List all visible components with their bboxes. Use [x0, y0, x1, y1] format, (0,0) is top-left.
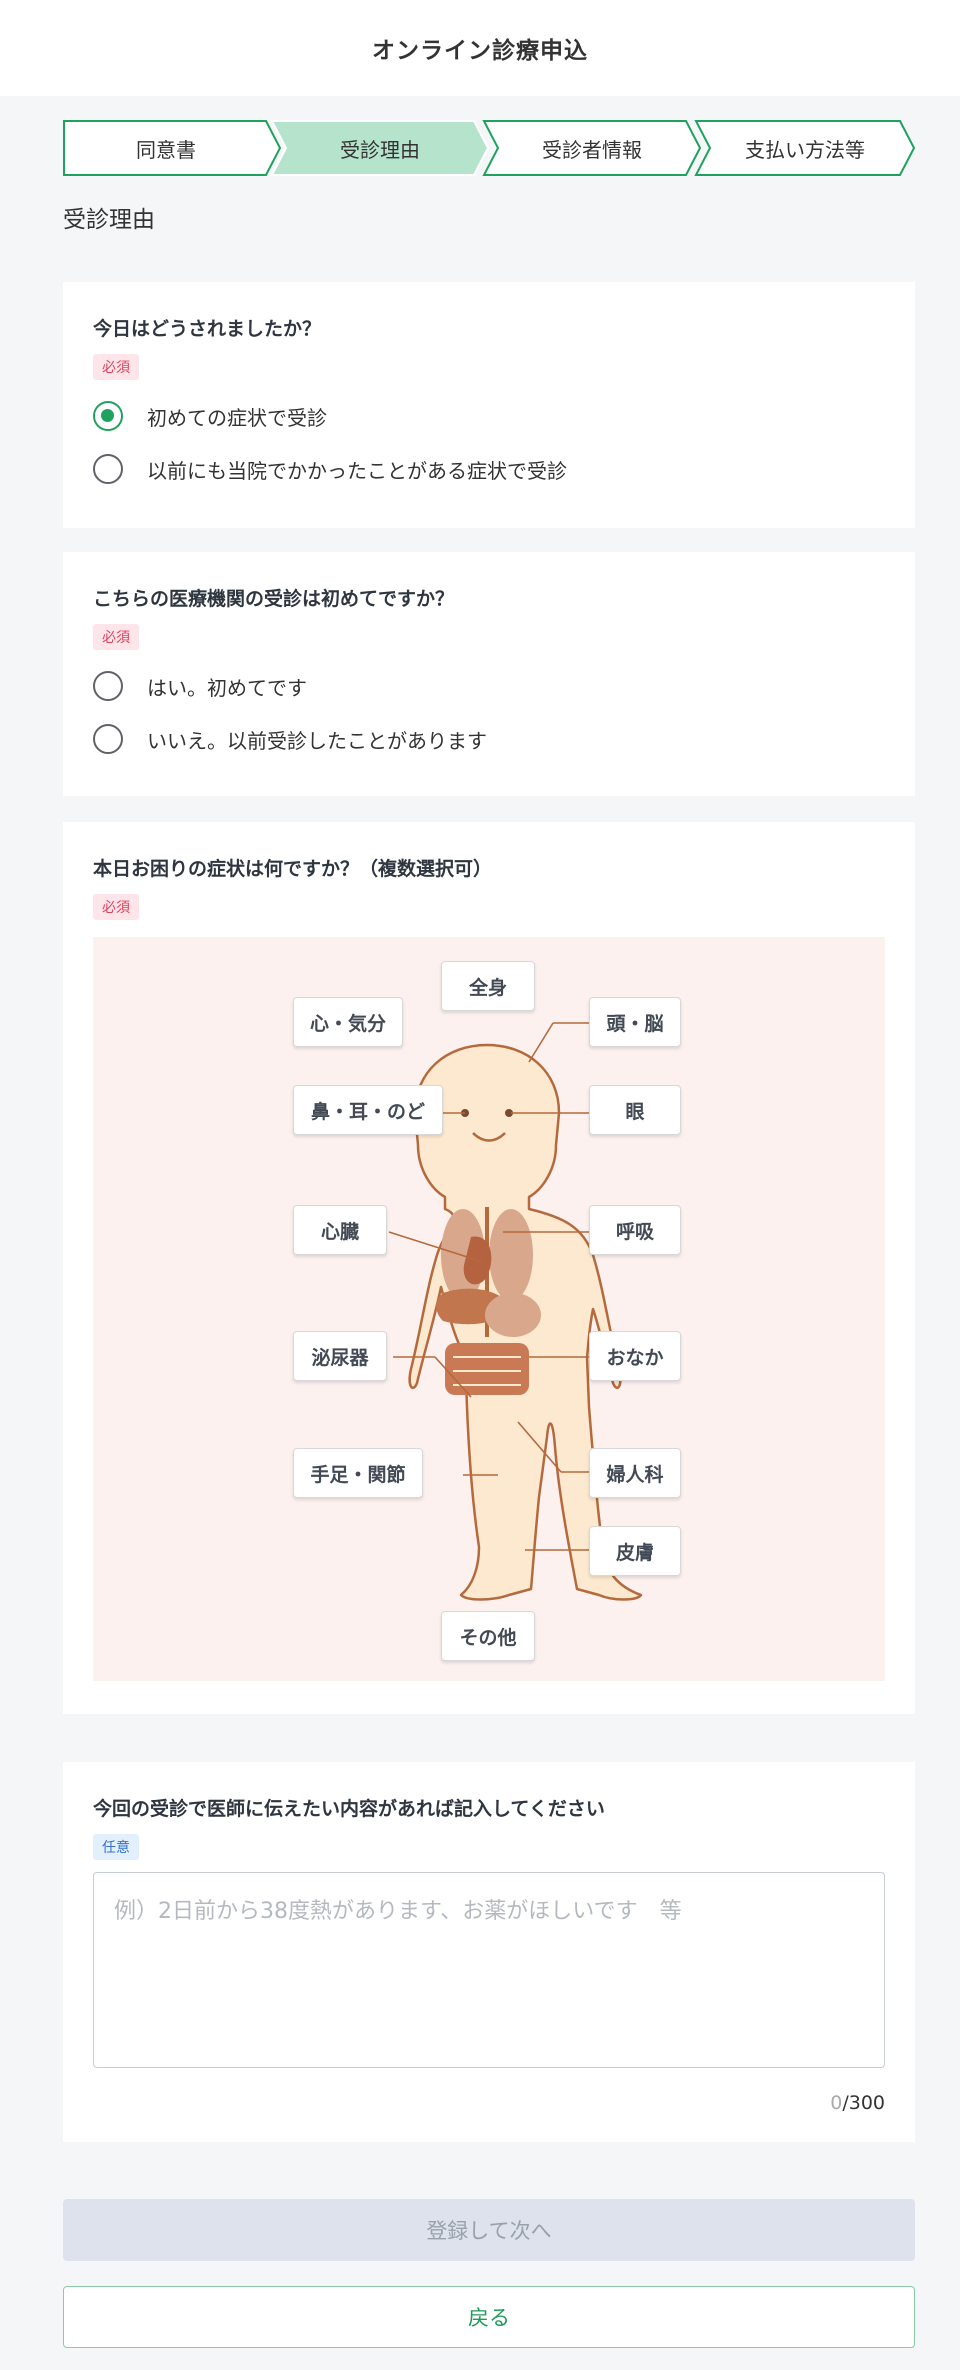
- step-indicator: 同意書 受診理由 受診者情報 支払い方法等: [63, 120, 916, 176]
- page-title: オンライン診療申込: [372, 38, 588, 64]
- symptom-breath-button[interactable]: 呼吸: [589, 1205, 681, 1255]
- radio-first-visit-no[interactable]: いいえ。以前受診したことがあります: [93, 723, 487, 755]
- radio-first-visit-yes[interactable]: はい。初めてです: [93, 670, 307, 702]
- required-badge: 必須: [93, 354, 139, 380]
- required-badge: 必須: [93, 624, 139, 650]
- symptom-mind-button[interactable]: 心・気分: [293, 997, 403, 1047]
- symptom-gynecology-button[interactable]: 婦人科: [589, 1448, 681, 1498]
- question-label: 今回の受診で医師に伝えたい内容があれば記入してください: [93, 1798, 605, 1820]
- symptom-eye-button[interactable]: 眼: [589, 1085, 681, 1135]
- step-consent: 同意書: [63, 120, 282, 176]
- symptom-skin-button[interactable]: 皮膚: [589, 1526, 681, 1576]
- human-body-illustration: [388, 1022, 643, 1601]
- required-badge: 必須: [93, 894, 139, 920]
- radio-unchecked-icon[interactable]: [93, 454, 123, 484]
- radio-checked-icon[interactable]: [93, 401, 123, 431]
- symptom-urinary-button[interactable]: 泌尿器: [293, 1331, 387, 1381]
- back-button[interactable]: 戻る: [63, 2286, 915, 2348]
- register-next-button[interactable]: 登録して次へ: [63, 2199, 915, 2261]
- app-header: オンライン診療申込: [0, 0, 960, 96]
- question-label: 今日はどうされましたか？: [93, 318, 322, 340]
- character-counter: 0/300: [830, 2092, 885, 2114]
- question-card-reason: 今日はどうされましたか？ 必須 初めての症状で受診 以前にも当院でかかったことが…: [63, 282, 915, 528]
- question-label: こちらの医療機関の受診は初めてですか？: [93, 588, 455, 610]
- question-label: 本日お困りの症状は何ですか？（複数選択可）: [93, 858, 493, 880]
- message-textarea[interactable]: 例）2日前から38度熱があります、お薬がほしいです 等: [93, 1872, 885, 2068]
- step-patient-info: 受診者情報: [482, 120, 702, 176]
- symptom-heart-button[interactable]: 心臓: [293, 1205, 387, 1255]
- symptom-other-button[interactable]: その他: [441, 1611, 535, 1661]
- question-card-symptoms: 本日お困りの症状は何ですか？（複数選択可） 必須 全身 心・気分 頭・脳 鼻・耳…: [63, 822, 915, 1714]
- body-map: 全身 心・気分 頭・脳 鼻・耳・のど 眼 心臓 呼吸 泌尿器 おなか 手足・関節…: [93, 937, 885, 1681]
- section-title: 受診理由: [63, 207, 155, 233]
- radio-previous-symptom[interactable]: 以前にも当院でかかったことがある症状で受診: [93, 453, 567, 485]
- symptom-ent-button[interactable]: 鼻・耳・のど: [293, 1085, 443, 1135]
- symptom-head-button[interactable]: 頭・脳: [589, 997, 681, 1047]
- question-card-message: 今回の受診で医師に伝えたい内容があれば記入してください 任意 例）2日前から38…: [63, 1762, 915, 2142]
- radio-first-symptom[interactable]: 初めての症状で受診: [93, 400, 327, 432]
- step-payment: 支払い方法等: [694, 120, 916, 176]
- symptom-stomach-button[interactable]: おなか: [589, 1331, 681, 1381]
- symptom-whole-body-button[interactable]: 全身: [441, 961, 535, 1011]
- radio-unchecked-icon[interactable]: [93, 724, 123, 754]
- symptom-limbs-button[interactable]: 手足・関節: [293, 1448, 423, 1498]
- radio-unchecked-icon[interactable]: [93, 671, 123, 701]
- optional-badge: 任意: [93, 1834, 139, 1860]
- step-reason: 受診理由: [270, 120, 490, 176]
- question-card-first-visit: こちらの医療機関の受診は初めてですか？ 必須 はい。初めてです いいえ。以前受診…: [63, 552, 915, 796]
